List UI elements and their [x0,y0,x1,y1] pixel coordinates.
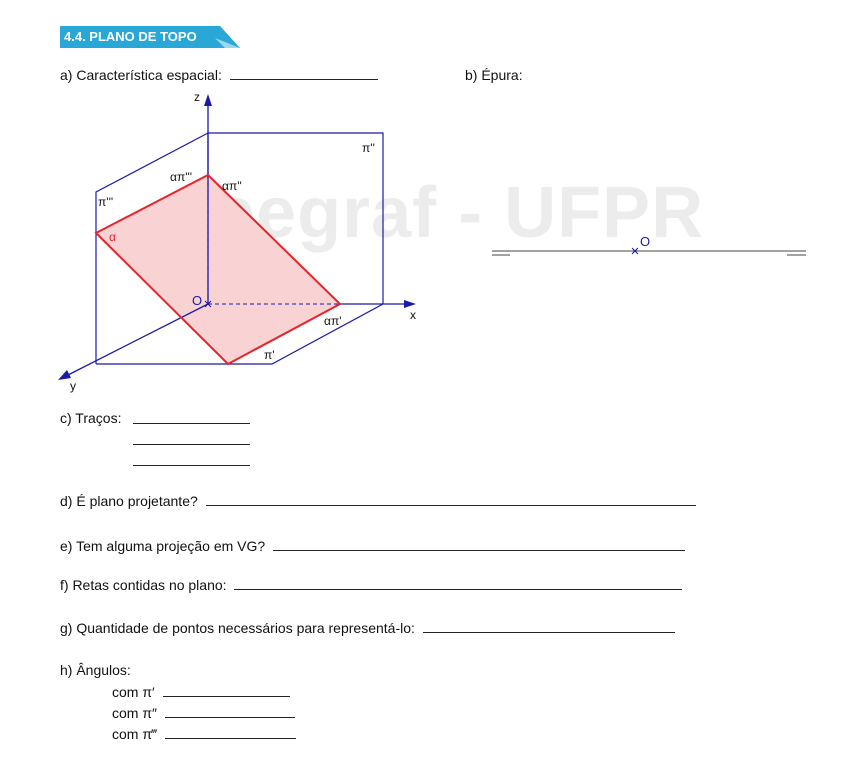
answer-d-blank[interactable] [205,492,696,506]
answer-c-blank-1[interactable] [133,410,250,424]
label-alpha-pi2: απ'' [222,179,242,193]
answer-e-blank[interactable] [273,537,686,551]
answer-c-blank-2[interactable] [133,431,250,445]
question-e: e) Tem alguma projeção em VG? [60,537,686,555]
question-d-label: d) É plano projetante? [60,493,198,509]
question-g-label: g) Quantidade de pontos necessários para… [60,620,415,636]
question-b-label: b) Épura: [465,67,523,83]
question-e-label: e) Tem alguma projeção em VG? [60,538,266,554]
answer-h-blank-3[interactable] [164,725,296,739]
question-c-label: c) Traços: [60,410,122,426]
label-x: x [410,308,416,322]
question-d: d) É plano projetante? [60,492,696,510]
axis-x-arrow [404,300,416,308]
answer-g-blank[interactable] [422,619,675,633]
angle-row-pi3: com π‴ [112,725,296,743]
section-title: 4.4. PLANO DE TOPO [64,29,197,44]
answer-h-blank-1[interactable] [162,683,290,697]
label-alpha-pi1: απ' [324,314,342,328]
label-origin: O [192,293,202,308]
label-alpha-pi3: απ''' [170,170,192,184]
label-pi2: π'' [362,141,375,155]
angle-label-pi2: com π″ [112,705,157,721]
answer-a-blank[interactable] [229,66,378,80]
epura-figure: O [492,234,806,256]
angle-label-pi1: com π′ [112,684,155,700]
answer-h-blank-2[interactable] [164,704,295,718]
axis-z-arrow [204,94,212,106]
question-g: g) Quantidade de pontos necessários para… [60,619,675,637]
question-h-label: h) Ângulos: [60,662,131,678]
angle-row-pi1: com π′ [112,683,290,701]
label-z: z [194,90,200,104]
epura-origin-label: O [640,234,650,249]
worksheet-page: 4.4. PLANO DE TOPO geegraf - UFPR a) Car… [0,0,850,757]
answer-f-blank[interactable] [234,576,683,590]
question-f: f) Retas contidas no plano: [60,576,683,594]
label-y: y [70,379,76,393]
label-alpha: α [109,230,116,244]
label-pi1: π' [264,348,275,362]
question-f-label: f) Retas contidas no plano: [60,577,227,593]
answer-c-blank-3[interactable] [133,452,250,466]
angle-row-pi2: com π″ [112,704,295,722]
spatial-figure: z x y O π'' π''' π' α απ' απ'' απ''' [58,90,416,393]
label-pi3: π''' [98,195,113,209]
angle-label-pi3: com π‴ [112,726,157,742]
